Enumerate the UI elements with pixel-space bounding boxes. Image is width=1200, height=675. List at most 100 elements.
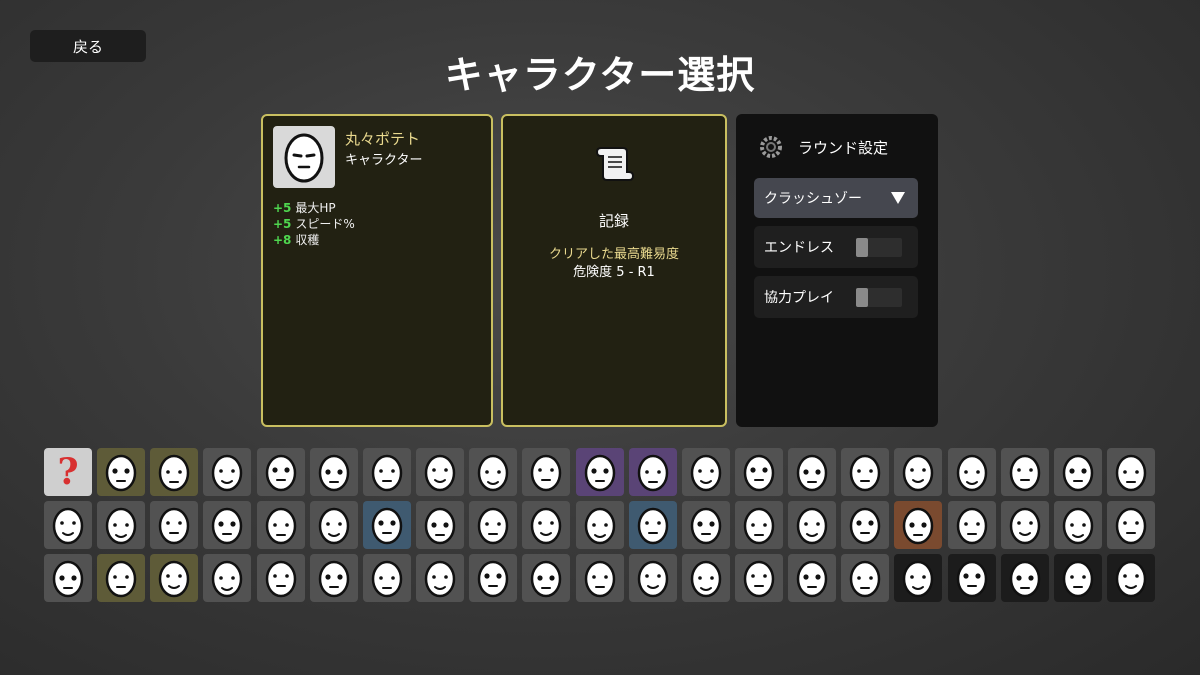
character-slot[interactable] (44, 501, 92, 549)
character-slot[interactable] (1054, 554, 1102, 602)
potato-face-icon (902, 560, 934, 598)
character-slot[interactable] (948, 501, 996, 549)
potato-face-icon (1115, 560, 1147, 598)
character-slot[interactable] (841, 448, 889, 496)
character-slot[interactable] (522, 448, 570, 496)
character-slot[interactable] (257, 501, 305, 549)
potato-face-icon (265, 507, 297, 545)
character-slot[interactable] (150, 554, 198, 602)
character-slot[interactable] (310, 448, 358, 496)
character-slot[interactable] (1001, 554, 1049, 602)
mode-selected-value: クラッシュゾー (764, 191, 862, 207)
character-slot[interactable] (310, 501, 358, 549)
potato-face-icon (424, 507, 456, 545)
endless-row: エンドレス (754, 226, 918, 268)
character-slot[interactable] (948, 448, 996, 496)
character-slot[interactable] (1001, 501, 1049, 549)
potato-face-icon (371, 454, 403, 492)
character-slot[interactable] (363, 448, 411, 496)
potato-face-icon (158, 454, 190, 492)
character-slot[interactable] (735, 448, 783, 496)
potato-face-icon (584, 454, 616, 492)
character-slot[interactable] (1107, 501, 1155, 549)
mode-dropdown[interactable]: クラッシュゾー (754, 178, 918, 218)
character-slot[interactable] (150, 501, 198, 549)
coop-toggle[interactable] (856, 288, 902, 307)
character-slot[interactable] (576, 448, 624, 496)
character-slot[interactable] (682, 501, 730, 549)
character-slot[interactable] (629, 501, 677, 549)
record-panel: 記録 クリアした最高難易度 危険度 5 - R1 (501, 114, 727, 427)
potato-face-icon (1062, 507, 1094, 545)
character-slot[interactable] (1054, 501, 1102, 549)
character-slot[interactable] (735, 501, 783, 549)
character-slot[interactable] (469, 554, 517, 602)
potato-face-icon (1009, 560, 1041, 598)
stat-label: 最大HP (295, 201, 336, 215)
character-slot[interactable] (203, 554, 251, 602)
potato-face-icon (584, 560, 616, 598)
endless-toggle[interactable] (856, 238, 902, 257)
character-slot[interactable] (203, 448, 251, 496)
gear-icon (760, 136, 782, 158)
potato-face-icon (1115, 454, 1147, 492)
character-slot[interactable] (682, 554, 730, 602)
potato-face-icon (284, 133, 324, 183)
character-slot[interactable] (469, 448, 517, 496)
character-slot[interactable] (416, 448, 464, 496)
character-slot[interactable] (522, 501, 570, 549)
potato-face-icon (849, 454, 881, 492)
character-slot[interactable] (97, 501, 145, 549)
character-slot[interactable] (257, 554, 305, 602)
character-slot[interactable] (363, 554, 411, 602)
character-slot[interactable] (841, 554, 889, 602)
character-slot[interactable] (629, 448, 677, 496)
stat-row: +8 収穫 (273, 232, 355, 248)
random-character-slot[interactable]: ? (44, 448, 92, 496)
character-slot[interactable] (150, 448, 198, 496)
potato-face-icon (211, 560, 243, 598)
character-slot[interactable] (257, 448, 305, 496)
potato-face-icon (1009, 454, 1041, 492)
character-slot[interactable] (948, 554, 996, 602)
coop-row: 協力プレイ (754, 276, 918, 318)
character-slot[interactable] (788, 501, 836, 549)
character-slot[interactable] (522, 554, 570, 602)
character-slot[interactable] (44, 554, 92, 602)
character-slot[interactable] (203, 501, 251, 549)
character-slot[interactable] (894, 554, 942, 602)
character-slot[interactable] (469, 501, 517, 549)
character-slot[interactable] (576, 554, 624, 602)
character-slot[interactable] (1054, 448, 1102, 496)
potato-face-icon (371, 560, 403, 598)
character-slot[interactable] (1001, 448, 1049, 496)
character-portrait (273, 126, 335, 188)
potato-face-icon (690, 454, 722, 492)
character-slot[interactable] (1107, 448, 1155, 496)
character-slot[interactable] (97, 448, 145, 496)
character-slot[interactable] (788, 554, 836, 602)
character-slot[interactable] (894, 448, 942, 496)
character-slot[interactable] (416, 554, 464, 602)
character-slot[interactable] (682, 448, 730, 496)
character-slot[interactable] (629, 554, 677, 602)
character-slot[interactable] (735, 554, 783, 602)
potato-face-icon (424, 560, 456, 598)
character-slot[interactable] (363, 501, 411, 549)
page-title: キャラクター選択 (444, 53, 756, 97)
character-slot[interactable] (97, 554, 145, 602)
potato-face-icon (318, 454, 350, 492)
character-slot[interactable] (841, 501, 889, 549)
character-slot[interactable] (894, 501, 942, 549)
character-roster: ? (44, 448, 1156, 602)
character-slot[interactable] (310, 554, 358, 602)
character-slot[interactable] (576, 501, 624, 549)
character-slot[interactable] (788, 448, 836, 496)
potato-face-icon (956, 454, 988, 492)
potato-face-icon (1062, 454, 1094, 492)
stat-value: +8 (273, 233, 292, 247)
potato-face-icon (743, 560, 775, 598)
character-slot[interactable] (416, 501, 464, 549)
character-type: キャラクター (345, 153, 423, 168)
character-slot[interactable] (1107, 554, 1155, 602)
